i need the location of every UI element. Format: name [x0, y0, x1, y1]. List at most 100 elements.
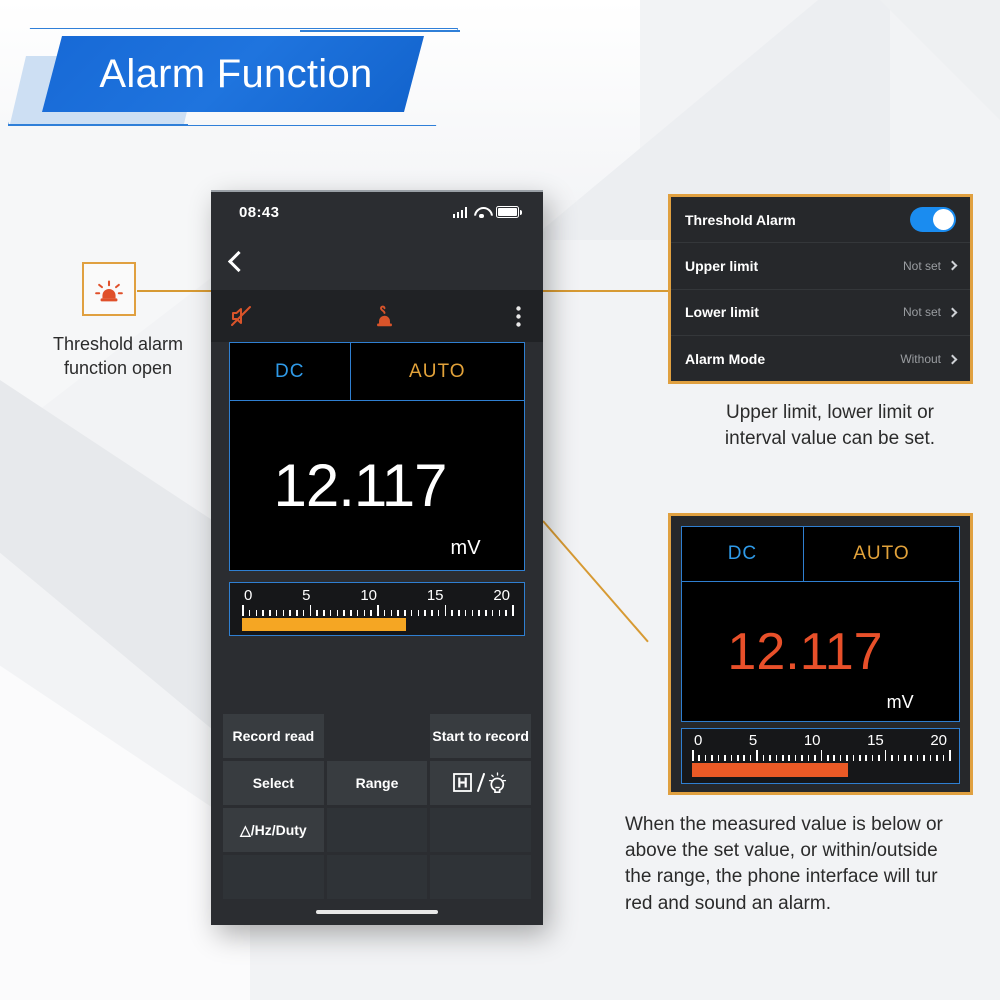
alarm-mode-dc[interactable]: DC [682, 527, 804, 581]
scale-tick [704, 755, 707, 761]
scale-tick [756, 750, 758, 761]
scale-tick [878, 755, 880, 761]
scale-tick [839, 755, 842, 761]
chevron-right-icon [947, 307, 958, 318]
speaker-mute-icon[interactable] [229, 304, 253, 328]
scale-tick [891, 755, 893, 761]
header-banner: Alarm Function [0, 14, 470, 134]
button-empty [430, 855, 531, 899]
scale-tick [363, 610, 366, 616]
settings-control [910, 207, 956, 233]
settings-row-lower-limit[interactable]: Lower limit Not set [671, 290, 970, 336]
select-button[interactable]: Select [223, 761, 324, 805]
scale-tick [309, 605, 312, 616]
caption-line-1: When the measured value is below or [625, 814, 943, 835]
page-title: Alarm Function [99, 51, 373, 96]
button-blank [326, 714, 428, 758]
scale-tick [410, 610, 413, 616]
scale-tick [724, 755, 726, 761]
hold-backlight-button[interactable] [430, 761, 531, 805]
scale-tick [936, 755, 938, 761]
meter-mode-auto[interactable]: AUTO [351, 343, 524, 400]
settings-row-upper-limit[interactable]: Upper limit Not set [671, 243, 970, 290]
scale-tick [942, 755, 945, 761]
caption-line-4: red and sound an alarm. [625, 892, 831, 914]
scale-tick [929, 755, 932, 761]
scale-tick [248, 610, 251, 616]
threshold-alarm-callout [82, 262, 136, 316]
caption-line-3: the range, the phone interface will tur [625, 866, 938, 888]
meter-mode-box: DC AUTO [229, 342, 525, 401]
scale-tick [512, 605, 514, 616]
record-read-button[interactable]: Record read [223, 714, 324, 758]
scale-tick [424, 610, 426, 616]
scale-tick [897, 755, 900, 761]
scale-tick [451, 610, 453, 616]
banner-accent-line-bottom [8, 124, 188, 126]
scale-tick [884, 750, 887, 761]
meter-mode-dc[interactable]: DC [230, 343, 351, 400]
home-indicator [211, 899, 543, 925]
scale-tick [910, 755, 913, 761]
button-empty [430, 808, 531, 852]
alarm-mode-auto[interactable]: AUTO [804, 527, 959, 581]
scale-tick [814, 755, 816, 761]
scale-tick [323, 610, 325, 616]
delta-hz-duty-button[interactable]: △/Hz/Duty [223, 808, 324, 852]
scale-tick [775, 755, 778, 761]
scale-tick [471, 610, 474, 616]
alarm-scale-ticks [692, 750, 951, 761]
alarm-beacon-icon [82, 262, 136, 316]
scale-tick [390, 610, 393, 616]
scale-label: 15 [867, 732, 884, 749]
start-to-record-button[interactable]: Start to record [430, 714, 531, 758]
settings-value: Not set [902, 258, 941, 273]
alarm-scale-bar-fill [692, 763, 848, 777]
scale-tick [781, 755, 784, 761]
settings-row-threshold-alarm[interactable]: Threshold Alarm [671, 197, 970, 244]
signal-icon [452, 206, 467, 218]
meter-value-box: 12.117 mV [229, 401, 525, 571]
button-empty [326, 808, 428, 852]
settings-row-alarm-mode[interactable]: Alarm Mode Without [671, 336, 970, 382]
scale-label: 15 [426, 587, 444, 604]
scale-tick [350, 610, 352, 616]
scale-ticks [242, 605, 514, 616]
scale-tick [275, 610, 278, 616]
scale-label: 5 [302, 587, 311, 604]
scale-label: 10 [360, 587, 377, 604]
scale-tick [865, 755, 868, 761]
back-chevron-icon[interactable] [227, 250, 250, 272]
alarm-scale-bar-track [692, 763, 949, 777]
settings-value: Not set [902, 305, 941, 320]
scale-tick [437, 610, 440, 616]
meter-mode-row: DC AUTO [230, 343, 524, 400]
button-empty [223, 855, 324, 899]
threshold-alarm-toggle[interactable] [910, 207, 956, 233]
button-panel: Record read Start to record Select Range [211, 706, 543, 899]
scale-tick [743, 755, 745, 761]
battery-icon [496, 206, 522, 218]
scale-tick [749, 755, 752, 761]
range-button[interactable]: Range [326, 761, 428, 805]
more-vertical-icon[interactable] [516, 305, 521, 327]
scale-tick [296, 610, 298, 616]
status-bar: 08:43 [211, 192, 543, 232]
scale-label: 10 [803, 732, 821, 749]
caption-line-2: interval value can be set. [724, 427, 936, 449]
scale-tick [833, 755, 835, 761]
alarm-beacon-icon[interactable] [372, 304, 397, 329]
scale-label: 0 [244, 587, 253, 604]
scale-tick [949, 750, 951, 761]
scale-tick [329, 610, 332, 616]
alarm-value-box: 12.117 mV [681, 582, 960, 722]
scale-tick [769, 755, 771, 761]
scale-tick [478, 610, 480, 616]
threshold-alarm-caption: Threshold alarm function open [18, 332, 218, 381]
status-time: 08:43 [239, 203, 280, 221]
banner-plate: Alarm Function [42, 36, 424, 112]
scale-tick [916, 755, 919, 761]
settings-control: Not set [902, 258, 958, 273]
scale-tick [801, 755, 803, 761]
settings-label: Alarm Mode [685, 351, 766, 368]
